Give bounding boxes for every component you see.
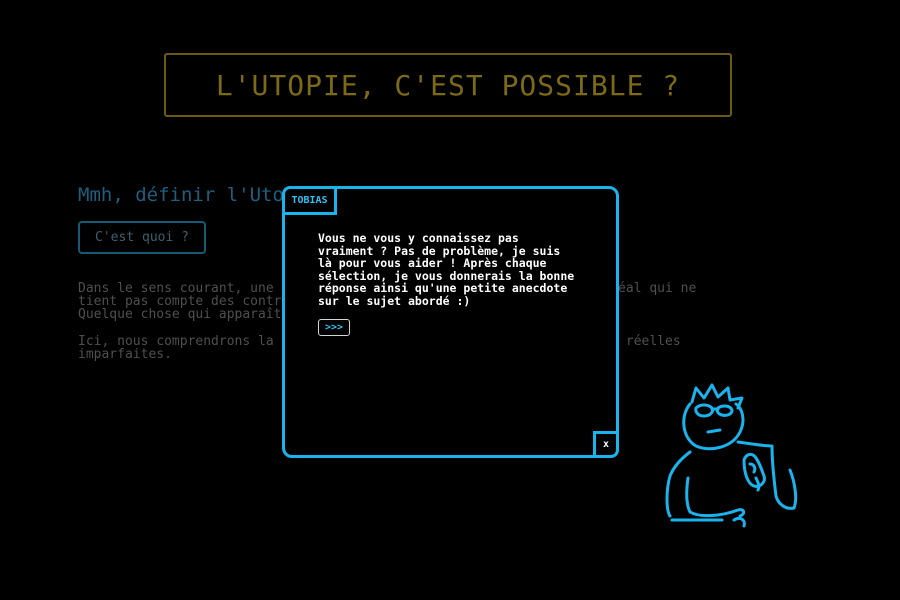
page-title: L'UTOPIE, C'EST POSSIBLE ? (164, 53, 732, 117)
next-button[interactable]: >>> (318, 319, 350, 336)
dialog-message: Vous ne vous y connaissez pas vraiment ?… (318, 231, 575, 308)
close-button[interactable]: x (593, 431, 619, 458)
tobias-character-icon (665, 383, 798, 528)
tobias-dialog: TOBIAS Vous ne vous y connaissez pas vra… (282, 186, 619, 458)
what-is-it-button[interactable]: C'est quoi ? (78, 221, 206, 254)
speaker-tab: TOBIAS (282, 186, 337, 215)
